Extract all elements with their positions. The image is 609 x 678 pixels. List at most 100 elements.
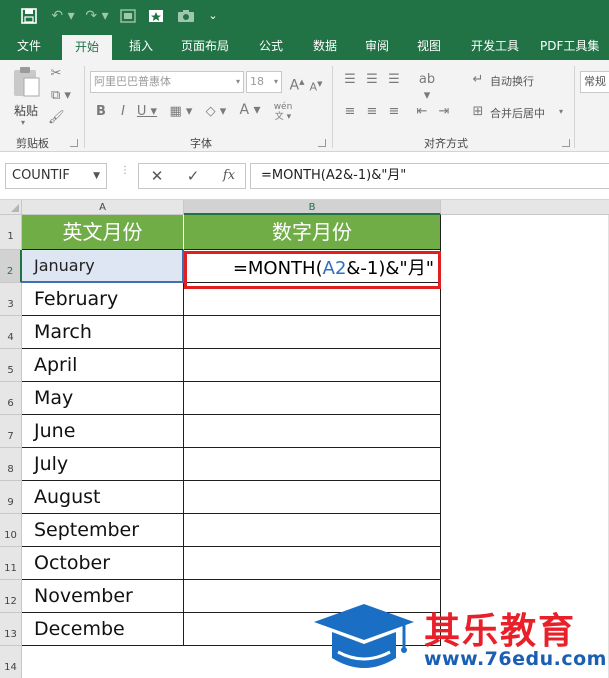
- paste-button[interactable]: 粘贴 ▾: [8, 66, 44, 127]
- touch-mode-icon[interactable]: [118, 5, 138, 27]
- tab-review[interactable]: 审阅: [356, 33, 398, 60]
- align-bottom-icon[interactable]: ☰: [386, 72, 402, 88]
- redo-icon[interactable]: ↷ ▾: [84, 5, 110, 27]
- alignment-launcher-icon[interactable]: [562, 139, 570, 147]
- month-cell-a[interactable]: November: [22, 580, 184, 613]
- column-header-b[interactable]: B: [184, 200, 441, 215]
- header-cell-a1[interactable]: 英文月份: [22, 215, 184, 250]
- shrink-font-icon[interactable]: A▼: [308, 76, 324, 96]
- fill-color-icon[interactable]: ◇ ▾: [202, 104, 230, 120]
- tab-home[interactable]: 开始: [62, 35, 112, 60]
- tab-formulas[interactable]: 公式: [250, 33, 292, 60]
- tab-developer[interactable]: 开发工具: [462, 33, 528, 60]
- increase-indent-icon[interactable]: ⇥: [436, 104, 452, 120]
- result-cell-b[interactable]: [184, 514, 441, 547]
- decrease-indent-icon[interactable]: ⇤: [414, 104, 430, 120]
- tab-pdf-tools[interactable]: PDF工具集: [540, 33, 609, 60]
- row-header[interactable]: 7: [0, 415, 22, 448]
- format-painter-icon[interactable]: 🖌: [48, 110, 65, 126]
- insert-function-icon[interactable]: fx: [217, 164, 241, 188]
- grow-font-icon[interactable]: A▲: [288, 74, 306, 94]
- row-header[interactable]: 9: [0, 481, 22, 514]
- name-box[interactable]: COUNTIF ▼: [5, 163, 107, 189]
- month-cell-a[interactable]: February: [22, 283, 184, 316]
- month-cell-a[interactable]: March: [22, 316, 184, 349]
- row-header[interactable]: 1: [0, 215, 22, 250]
- column-header-c[interactable]: [441, 200, 609, 215]
- formula-input[interactable]: =MONTH(A2&-1)&"月": [250, 163, 609, 189]
- enter-icon[interactable]: ✓: [181, 164, 205, 188]
- month-cell-a[interactable]: January: [22, 250, 184, 283]
- align-middle-icon[interactable]: ☰: [364, 72, 380, 88]
- result-cell-b[interactable]: [184, 349, 441, 382]
- customize-qat-icon[interactable]: ⌄: [206, 5, 220, 27]
- formula-buttons: ✕ ✓ fx: [138, 163, 246, 189]
- result-cell-b[interactable]: [184, 448, 441, 481]
- month-cell-a[interactable]: June: [22, 415, 184, 448]
- chevron-down-icon[interactable]: ▾: [556, 104, 566, 120]
- row-header[interactable]: 11: [0, 547, 22, 580]
- font-name-select[interactable]: 阿里巴巴普惠体 ▾: [90, 71, 244, 93]
- formula-bar-grip[interactable]: ⋮: [120, 166, 130, 184]
- star-icon[interactable]: [146, 5, 166, 27]
- month-cell-a[interactable]: October: [22, 547, 184, 580]
- row-header[interactable]: 13: [0, 613, 22, 646]
- month-cell-a[interactable]: May: [22, 382, 184, 415]
- merge-center-icon[interactable]: ⊞: [470, 104, 486, 120]
- clipboard-launcher-icon[interactable]: [70, 139, 78, 147]
- cut-icon[interactable]: ✂: [48, 66, 64, 82]
- editing-cell-b2[interactable]: =MONTH(A2&-1)&"月": [184, 251, 441, 289]
- month-cell-a[interactable]: Decembe: [22, 613, 184, 646]
- header-cell-b1[interactable]: 数字月份: [184, 215, 441, 250]
- row-header[interactable]: 4: [0, 316, 22, 349]
- orientation-icon[interactable]: ab ▾: [414, 72, 440, 104]
- row-header[interactable]: 5: [0, 349, 22, 382]
- result-cell-b[interactable]: [184, 382, 441, 415]
- number-format-select[interactable]: 常规: [580, 71, 609, 93]
- wrap-text-icon[interactable]: ↵: [470, 72, 486, 88]
- borders-icon[interactable]: ▦ ▾: [168, 104, 194, 120]
- underline-icon[interactable]: U ▾: [136, 104, 158, 120]
- row-header[interactable]: 14: [0, 646, 22, 678]
- cancel-icon[interactable]: ✕: [145, 164, 169, 188]
- copy-icon[interactable]: ⧉ ▾: [48, 88, 74, 104]
- align-left-icon[interactable]: ≡: [342, 104, 358, 120]
- font-color-icon[interactable]: A ▾: [236, 102, 264, 118]
- row-header[interactable]: 2: [0, 250, 22, 283]
- name-box-value: COUNTIF: [12, 168, 70, 183]
- tab-page-layout[interactable]: 页面布局: [172, 33, 238, 60]
- month-cell-a[interactable]: July: [22, 448, 184, 481]
- column-header-a[interactable]: A: [22, 200, 184, 215]
- bold-icon[interactable]: B: [94, 104, 108, 120]
- tab-file[interactable]: 文件: [8, 33, 50, 60]
- result-cell-b[interactable]: [184, 547, 441, 580]
- align-top-icon[interactable]: ☰: [342, 72, 358, 88]
- month-cell-a[interactable]: September: [22, 514, 184, 547]
- font-size-select[interactable]: 18 ▾: [246, 71, 282, 93]
- align-center-icon[interactable]: ≡: [364, 104, 380, 120]
- save-icon[interactable]: [18, 5, 40, 27]
- italic-icon[interactable]: I: [116, 104, 130, 120]
- tab-view[interactable]: 视图: [408, 33, 450, 60]
- result-cell-b[interactable]: [184, 481, 441, 514]
- month-cell-a[interactable]: August: [22, 481, 184, 514]
- wrap-text-button[interactable]: 自动换行: [490, 73, 534, 89]
- row-header[interactable]: 8: [0, 448, 22, 481]
- divider: [84, 66, 85, 148]
- row-header[interactable]: 3: [0, 283, 22, 316]
- row-header[interactable]: 6: [0, 382, 22, 415]
- tab-insert[interactable]: 插入: [120, 33, 162, 60]
- merge-center-button[interactable]: 合并后居中: [490, 105, 545, 121]
- undo-icon[interactable]: ↶ ▾: [50, 5, 76, 27]
- select-all-corner[interactable]: [0, 200, 22, 215]
- result-cell-b[interactable]: [184, 415, 441, 448]
- row-header[interactable]: 10: [0, 514, 22, 547]
- row-header[interactable]: 12: [0, 580, 22, 613]
- font-launcher-icon[interactable]: [318, 139, 326, 147]
- tab-data[interactable]: 数据: [304, 33, 346, 60]
- month-cell-a[interactable]: April: [22, 349, 184, 382]
- align-right-icon[interactable]: ≡: [386, 104, 402, 120]
- phonetic-icon[interactable]: wén 文 ▾: [270, 102, 296, 122]
- camera-icon[interactable]: [176, 5, 196, 27]
- result-cell-b[interactable]: [184, 316, 441, 349]
